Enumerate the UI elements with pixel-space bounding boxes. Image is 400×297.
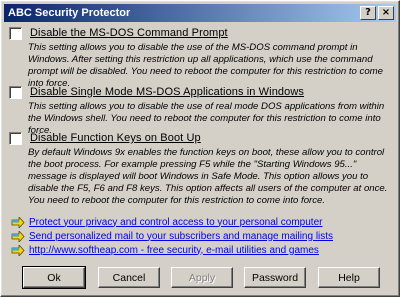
ok-label: Ok — [47, 271, 61, 284]
link-privacy[interactable]: Protect your privacy and control access … — [11, 216, 322, 228]
apply-button: Apply — [171, 267, 233, 288]
option-description: This setting allows you to disable the u… — [28, 42, 383, 89]
close-icon: × — [381, 7, 391, 18]
security-protector-window: ABC Security Protector ? × Disable the M… — [0, 0, 400, 297]
close-title-button[interactable]: × — [378, 6, 394, 20]
cancel-button[interactable]: Cancel — [98, 267, 160, 288]
option-title[interactable]: Disable Single Mode MS-DOS Applications … — [30, 86, 304, 98]
option-description: By default Windows 9x enables the functi… — [28, 147, 388, 206]
option-disable-command-prompt: Disable the MS-DOS Command Prompt This s… — [9, 26, 393, 90]
apply-label: Apply — [188, 271, 216, 284]
title-bar[interactable]: ABC Security Protector ? × — [4, 4, 396, 22]
help-label: Help — [338, 271, 360, 284]
cancel-label: Cancel — [112, 271, 146, 284]
arrow-pointer-icon — [11, 244, 25, 256]
option-disable-single-mode-dos: Disable Single Mode MS-DOS Applications … — [9, 85, 393, 137]
option-title[interactable]: Disable Function Keys on Boot Up — [30, 132, 201, 144]
option-title[interactable]: Disable the MS-DOS Command Prompt — [30, 27, 228, 39]
arrow-pointer-icon — [11, 230, 25, 242]
checkbox-disable-single-mode-dos[interactable] — [9, 85, 22, 99]
password-button[interactable]: Password — [244, 267, 306, 288]
link-text[interactable]: Send personalized mail to your subscribe… — [29, 231, 333, 242]
link-softheap[interactable]: http://www.softheap.com - free security,… — [11, 244, 319, 256]
link-text[interactable]: http://www.softheap.com - free security,… — [29, 245, 319, 256]
option-disable-function-keys: Disable Function Keys on Boot Up By defa… — [9, 131, 393, 207]
checkbox-disable-function-keys[interactable] — [9, 131, 22, 145]
link-mailing[interactable]: Send personalized mail to your subscribe… — [11, 230, 333, 242]
ok-button[interactable]: Ok — [22, 266, 86, 289]
arrow-pointer-icon — [11, 216, 25, 228]
window-title: ABC Security Protector — [8, 7, 131, 19]
question-mark-icon: ? — [365, 7, 371, 18]
password-label: Password — [251, 271, 299, 284]
link-text[interactable]: Protect your privacy and control access … — [29, 217, 322, 228]
checkbox-disable-command-prompt[interactable] — [9, 26, 22, 40]
help-button[interactable]: Help — [318, 267, 380, 288]
help-title-button[interactable]: ? — [360, 6, 376, 20]
